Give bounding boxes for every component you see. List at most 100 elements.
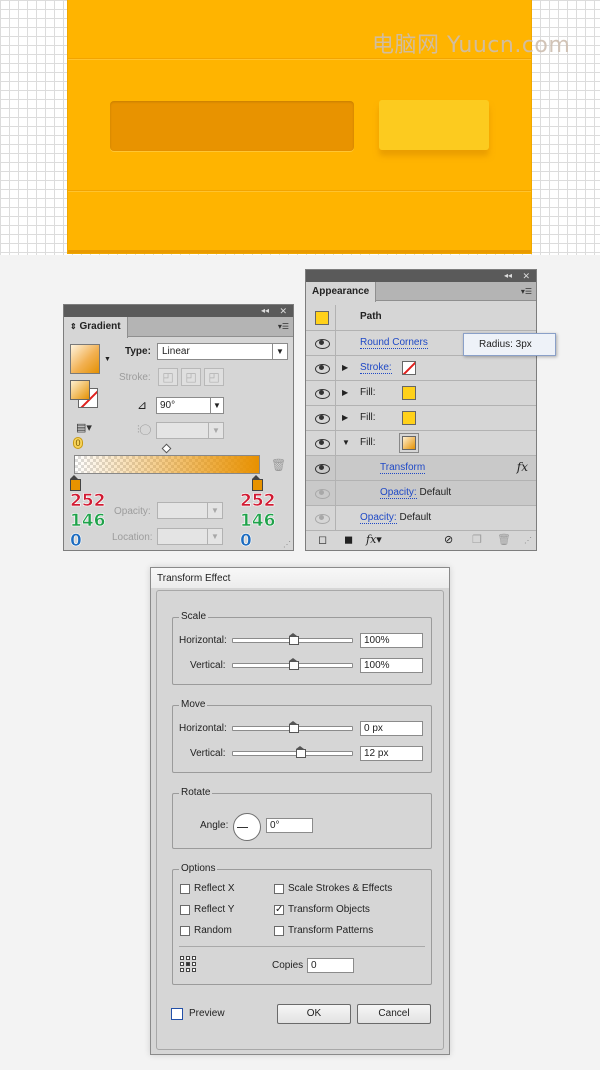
dialog-title[interactable]: Transform Effect <box>151 568 449 588</box>
rotate-group: Rotate Angle: 0° <box>172 787 432 849</box>
fx-icon[interactable]: fx <box>517 460 528 474</box>
random-checkbox[interactable] <box>180 926 190 936</box>
appearance-row-opacity[interactable]: Opacity: Default <box>306 506 536 531</box>
fill-swatch-icon[interactable] <box>402 386 416 400</box>
expand-triangle-icon[interactable]: ▶ <box>342 388 348 397</box>
slider-thumb[interactable] <box>296 746 306 758</box>
appearance-row-fill-3[interactable]: ▼ Fill: <box>306 431 536 456</box>
scale-horizontal-slider[interactable] <box>232 633 353 645</box>
eye-icon[interactable] <box>315 337 330 349</box>
eye-icon[interactable] <box>315 412 330 424</box>
collapse-icon[interactable]: ◂◂ <box>504 270 512 282</box>
close-icon[interactable]: ✕ <box>279 305 287 317</box>
rotate-angle-input[interactable]: 0° <box>266 818 313 833</box>
yellow-button-shape[interactable] <box>379 100 489 150</box>
cancel-button[interactable]: Cancel <box>357 1004 431 1024</box>
duplicate-icon[interactable]: ❐ <box>472 533 482 546</box>
collapse-triangle-icon[interactable]: ▼ <box>342 438 350 447</box>
ok-button[interactable]: OK <box>277 1004 351 1024</box>
tab-appearance[interactable]: Appearance <box>306 282 377 302</box>
transform-objects-checkbox[interactable]: ✓ <box>274 905 284 915</box>
scale-strokes-checkbox[interactable] <box>274 884 284 894</box>
gradient-thumbnail-icon[interactable] <box>70 344 100 374</box>
chevron-down-icon[interactable]: ▼ <box>104 356 111 363</box>
stroke-along-icon[interactable]: ◰ <box>181 368 201 386</box>
chevron-down-icon[interactable]: ▼ <box>210 398 223 413</box>
appearance-row-fill-2[interactable]: ▶ Fill: <box>306 406 536 431</box>
scale-vertical-slider[interactable] <box>232 658 353 670</box>
reverse-gradient-icon[interactable]: ▤▾ <box>76 421 92 434</box>
trash-icon[interactable]: 🗑 <box>271 458 286 472</box>
slider-thumb[interactable] <box>289 721 299 733</box>
preview-checkbox[interactable] <box>171 1008 183 1020</box>
appearance-row-fill-1[interactable]: ▶ Fill: <box>306 381 536 406</box>
stroke-within-icon[interactable]: ◰ <box>158 368 178 386</box>
gradient-slider[interactable] <box>74 455 260 474</box>
angle-input[interactable]: 90° ▼ <box>156 397 224 414</box>
panel-titlebar[interactable]: ◂◂ ✕ <box>306 270 536 282</box>
close-icon[interactable]: ✕ <box>522 270 530 282</box>
eye-icon[interactable] <box>315 387 330 399</box>
resize-grip-icon[interactable]: ⋰ <box>524 536 532 545</box>
gradient-stop-left[interactable] <box>70 475 81 491</box>
transform-link[interactable]: Transform <box>380 462 426 474</box>
tab-gradient[interactable]: ⇕ Gradient <box>64 317 128 338</box>
copies-input[interactable]: 0 <box>307 958 354 973</box>
stroke-none-swatch-icon[interactable] <box>402 361 416 375</box>
eye-icon[interactable] <box>315 512 330 524</box>
appearance-row-fill-opacity[interactable]: Opacity: Default <box>306 481 536 506</box>
eye-icon[interactable] <box>315 487 330 499</box>
transform-patterns-checkbox[interactable] <box>274 926 284 936</box>
clear-icon[interactable]: ⊘ <box>444 533 453 546</box>
slider-thumb[interactable] <box>289 633 299 645</box>
fill-swatch-icon[interactable] <box>70 380 90 400</box>
resize-grip-icon[interactable]: ⋰ <box>283 540 291 549</box>
slider-thumb[interactable] <box>289 658 299 670</box>
stroke-label: Stroke: <box>119 372 151 383</box>
opacity-link[interactable]: Opacity: <box>380 487 417 499</box>
panel-titlebar[interactable]: ◂◂ ✕ <box>64 305 293 317</box>
move-vertical-input[interactable]: 12 px <box>360 746 423 761</box>
scale-strokes-label: Scale Strokes & Effects <box>288 883 393 894</box>
angle-dial[interactable] <box>233 813 261 841</box>
fx-icon[interactable]: fx▾ <box>366 533 382 546</box>
scale-horizontal-input[interactable]: 100% <box>360 633 423 648</box>
dialog-body: Scale Horizontal: 100% Vertical: 100% Mo… <box>156 590 444 1050</box>
eye-icon[interactable] <box>315 362 330 374</box>
scale-vertical-input[interactable]: 100% <box>360 658 423 673</box>
left-stop-green: 146 <box>70 511 106 532</box>
reference-point-icon[interactable] <box>180 956 196 972</box>
gradient-stop-right[interactable] <box>252 475 263 491</box>
add-fill-icon[interactable]: ◼ <box>344 533 353 546</box>
gradient-midpoint-handle[interactable] <box>161 443 172 454</box>
move-vertical-slider[interactable] <box>232 746 353 758</box>
opacity-link[interactable]: Opacity: <box>360 512 397 524</box>
eye-icon[interactable] <box>315 462 330 474</box>
round-corners-link[interactable]: Round Corners <box>360 337 428 349</box>
scale-group: Scale Horizontal: 100% Vertical: 100% <box>172 611 432 685</box>
trash-icon[interactable]: 🗑 <box>497 533 511 546</box>
scale-horizontal-label: Horizontal: <box>179 635 227 646</box>
move-horizontal-input[interactable]: 0 px <box>360 721 423 736</box>
gradient-fill-swatch-icon[interactable] <box>402 436 416 450</box>
panel-menu-icon[interactable]: ▾☰ <box>278 322 289 331</box>
inset-bar-shape[interactable] <box>110 101 354 151</box>
reflect-y-checkbox[interactable] <box>180 905 190 915</box>
stroke-link[interactable]: Stroke: <box>360 362 392 374</box>
expand-triangle-icon[interactable]: ▶ <box>342 413 348 422</box>
appearance-row-stroke[interactable]: ▶ Stroke: <box>306 356 536 381</box>
fill-swatch-icon[interactable] <box>402 411 416 425</box>
expand-triangle-icon[interactable]: ▶ <box>342 363 348 372</box>
gradient-type-select[interactable]: Linear ▼ <box>157 343 288 360</box>
move-horizontal-slider[interactable] <box>232 721 353 733</box>
appearance-row-transform[interactable]: Transform fx <box>306 456 536 481</box>
chevron-down-icon: ▼ <box>207 503 222 518</box>
panel-menu-icon[interactable]: ▾☰ <box>521 287 532 296</box>
add-stroke-icon[interactable]: ◻ <box>318 533 327 546</box>
collapse-icon[interactable]: ◂◂ <box>261 305 269 317</box>
move-vertical-label: Vertical: <box>190 748 226 759</box>
eye-icon[interactable] <box>315 437 330 449</box>
stroke-across-icon[interactable]: ◰ <box>204 368 224 386</box>
opacity-value: Default <box>419 487 452 498</box>
reflect-x-checkbox[interactable] <box>180 884 190 894</box>
